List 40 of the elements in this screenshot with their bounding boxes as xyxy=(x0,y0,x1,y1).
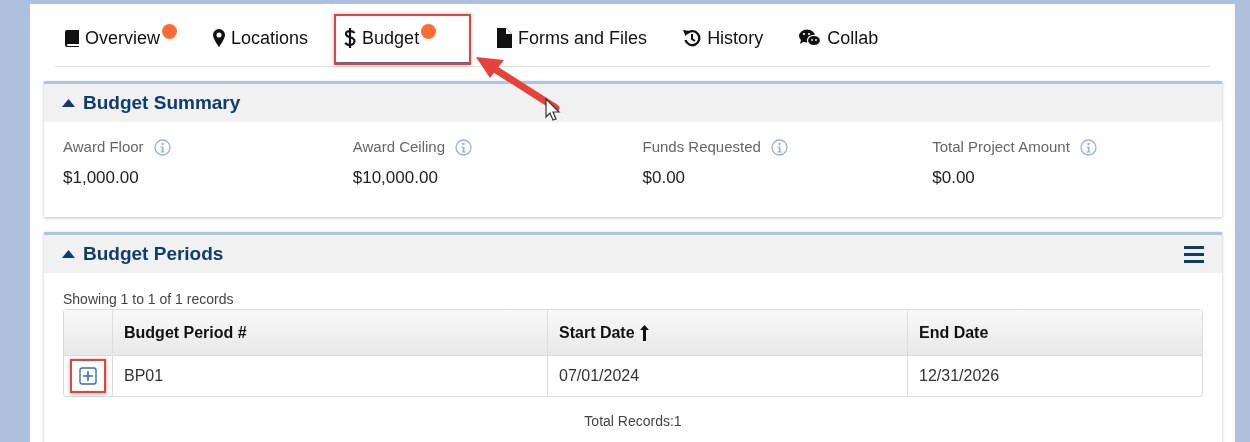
column-header[interactable]: Budget Period # xyxy=(113,310,548,355)
field-value: $10,000.00 xyxy=(352,166,439,189)
field-label: Award Floor xyxy=(63,137,144,157)
field-value: $0.00 xyxy=(932,166,976,189)
record-count-text: Showing 1 to 1 of 1 records xyxy=(63,290,235,309)
field-value: $1,000.00 xyxy=(63,166,140,189)
table-cell: 07/01/2024 xyxy=(548,356,908,396)
dollar-icon xyxy=(344,28,357,48)
table-cell-text: 12/31/2026 xyxy=(918,366,1001,386)
column-header[interactable]: End Date xyxy=(908,310,1202,355)
history-icon xyxy=(683,29,702,47)
tab[interactable]: Collab xyxy=(789,14,889,62)
info-icon[interactable] xyxy=(770,138,788,156)
info-icon[interactable] xyxy=(455,138,473,156)
chat-icon xyxy=(799,29,822,47)
section-title: Budget Summary xyxy=(83,90,241,115)
field-label: Award Ceiling xyxy=(352,137,446,157)
tab[interactable]: Locations xyxy=(203,14,319,62)
plus-square-icon xyxy=(79,367,97,385)
tab[interactable]: History xyxy=(673,14,774,62)
map-pin-icon xyxy=(213,29,225,47)
section-header[interactable]: Budget Summary xyxy=(44,84,1222,122)
field-label: Funds Requested xyxy=(642,137,761,157)
table-cell: BP01 xyxy=(113,356,548,396)
file-icon xyxy=(497,28,513,48)
expand-row-button[interactable] xyxy=(70,359,106,393)
field-value: $0.00 xyxy=(642,166,687,189)
tab[interactable]: Forms and Files xyxy=(487,14,658,62)
section-title: Budget Periods xyxy=(83,241,224,266)
section-header[interactable]: Budget Periods xyxy=(44,235,1222,273)
total-records-text: Total Records:1 xyxy=(584,412,682,431)
column-header[interactable]: Start Date xyxy=(548,310,908,355)
book-icon xyxy=(65,29,79,47)
info-icon[interactable] xyxy=(1079,138,1097,156)
pointer-icon xyxy=(545,98,561,122)
info-icon[interactable] xyxy=(153,138,171,156)
menu-icon[interactable] xyxy=(1184,245,1204,263)
tab[interactable]: Budget xyxy=(334,14,472,65)
field-label: Total Project Amount xyxy=(932,137,1070,157)
tab[interactable]: Overview xyxy=(55,14,187,62)
